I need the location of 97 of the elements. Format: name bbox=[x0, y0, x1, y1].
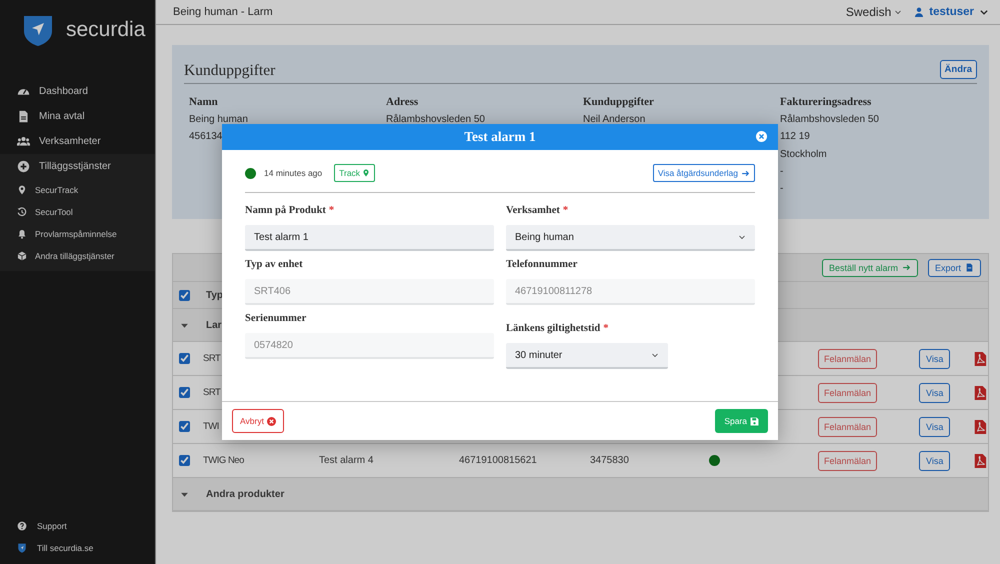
sidebar-subitem[interactable]: SecurTrack bbox=[0, 179, 155, 201]
field-value: 456134 bbox=[189, 131, 224, 144]
field-value: Rålambshovsleden 50 bbox=[386, 114, 486, 127]
view-button[interactable]: Visa bbox=[919, 416, 950, 436]
shield-icon bbox=[17, 543, 27, 553]
field-heading: Faktureringsadress bbox=[780, 96, 872, 110]
plus-circle-icon bbox=[17, 160, 30, 173]
group-label: Lar bbox=[205, 320, 222, 330]
field-heading: Adress bbox=[386, 96, 420, 110]
report-fault-button[interactable]: Felanmälan bbox=[818, 382, 878, 402]
help-icon bbox=[17, 521, 27, 531]
map-pin-icon bbox=[362, 169, 370, 177]
chevron-down-icon bbox=[894, 8, 902, 16]
table-cell-text: TWI bbox=[202, 421, 219, 432]
table-cell-text: SRT bbox=[202, 353, 220, 364]
sidebar-item[interactable]: Dashboard bbox=[0, 79, 155, 104]
logo-icon bbox=[22, 14, 54, 46]
card-title: Kunduppgifter bbox=[184, 62, 276, 80]
table-cell-text: 46719100815621 bbox=[458, 455, 537, 466]
table-cell-text: Test alarm 4 bbox=[318, 455, 374, 466]
pdf-icon[interactable] bbox=[973, 384, 987, 400]
chevron-down-icon bbox=[651, 351, 659, 359]
field-label: Serienummer bbox=[245, 313, 306, 326]
field-value: - bbox=[780, 166, 784, 179]
column-header: Typ bbox=[205, 290, 224, 300]
row-checkbox[interactable] bbox=[179, 353, 190, 364]
pdf-icon[interactable] bbox=[973, 418, 987, 434]
close-icon[interactable] bbox=[756, 131, 767, 142]
field-label: Telefonnummer bbox=[506, 259, 578, 272]
bell-icon bbox=[17, 229, 27, 239]
website-link[interactable]: Till securdia.se bbox=[0, 537, 155, 559]
select-field[interactable]: Being human bbox=[506, 225, 755, 251]
report-fault-button[interactable]: Felanmälan bbox=[818, 348, 878, 368]
last-seen: 14 minutes ago bbox=[264, 168, 322, 178]
save-icon bbox=[750, 416, 759, 426]
sidebar-item[interactable]: Verksamheter bbox=[0, 129, 155, 154]
modal-title: Test alarm 1 bbox=[464, 129, 536, 145]
order-alarm-button[interactable]: Beställ nytt alarm bbox=[822, 258, 918, 276]
group-label: Andra produkter bbox=[205, 488, 284, 500]
field-value: 112 19 bbox=[780, 131, 811, 144]
box-icon bbox=[17, 251, 27, 261]
pdf-icon[interactable] bbox=[973, 350, 987, 366]
required-mark: * bbox=[562, 205, 568, 218]
field-heading: Namn bbox=[189, 96, 219, 110]
track-button[interactable]: Track bbox=[334, 164, 376, 182]
field-value: Neil Anderson bbox=[583, 114, 646, 127]
field-value: Stockholm bbox=[780, 148, 828, 162]
sidebar-subitem[interactable]: Provlarmspåminnelse bbox=[0, 223, 155, 245]
user-menu[interactable]: testuser bbox=[914, 6, 989, 18]
field-label: Typ av enhet bbox=[245, 259, 303, 272]
view-button[interactable]: Visa bbox=[919, 450, 950, 470]
users-icon bbox=[17, 135, 30, 148]
save-button[interactable]: Spara bbox=[715, 409, 768, 433]
file-icon bbox=[965, 263, 974, 272]
row-checkbox[interactable] bbox=[179, 421, 190, 432]
select-field[interactable]: 30 minuter bbox=[506, 343, 668, 369]
edit-button[interactable]: Ändra bbox=[940, 60, 977, 79]
map-pin-icon bbox=[17, 185, 27, 195]
page-title: Being human - Larm bbox=[173, 6, 273, 18]
sidebar-subitem[interactable]: SecurTool bbox=[0, 201, 155, 223]
cancel-button[interactable]: Avbryt bbox=[232, 409, 284, 433]
brand-name: securdia bbox=[66, 18, 146, 42]
view-button[interactable]: Visa bbox=[919, 382, 950, 402]
input-field[interactable]: Test alarm 1 bbox=[245, 225, 494, 251]
select-all-checkbox[interactable] bbox=[179, 290, 190, 300]
table-cell-text: SRT bbox=[202, 387, 220, 398]
pdf-icon[interactable] bbox=[973, 452, 987, 468]
sidebar-subitem[interactable]: Andra tilläggstjänster bbox=[0, 245, 155, 267]
x-circle-icon bbox=[266, 416, 276, 426]
arrow-right-icon bbox=[741, 168, 750, 178]
language-dropdown[interactable]: Swedish bbox=[846, 5, 902, 19]
table-cell-text: TWIG Neo bbox=[202, 455, 244, 466]
table-cell-text: 3475830 bbox=[589, 455, 629, 466]
document-icon bbox=[17, 110, 30, 123]
field-label: Namn på Produkt bbox=[245, 205, 326, 218]
view-button[interactable]: Visa bbox=[919, 348, 950, 368]
field-heading: Kunduppgifter bbox=[583, 96, 655, 110]
field-value: - bbox=[780, 183, 784, 196]
sidebar-item[interactable]: Tilläggsstjänster bbox=[0, 154, 155, 179]
field-value: Rålambshovsleden 50 bbox=[780, 114, 880, 127]
field-label: Länkens giltighetstid bbox=[506, 323, 600, 336]
field-value: Being human bbox=[189, 114, 249, 127]
report-fault-button[interactable]: Felanmälan bbox=[818, 450, 878, 470]
report-fault-button[interactable]: Felanmälan bbox=[818, 416, 878, 436]
export-button[interactable]: Export bbox=[928, 258, 981, 276]
history-icon bbox=[17, 207, 27, 217]
required-mark: * bbox=[603, 323, 608, 336]
row-checkbox[interactable] bbox=[179, 455, 190, 466]
sidebar-item[interactable]: Mina avtal bbox=[0, 104, 155, 129]
field-label: Verksamhet bbox=[506, 205, 560, 218]
arrow-right-icon bbox=[902, 263, 911, 272]
report-button[interactable]: Visa åtgärdsunderlag bbox=[652, 164, 755, 182]
chevron-down-icon bbox=[738, 233, 746, 241]
user-icon bbox=[914, 7, 924, 17]
required-mark: * bbox=[328, 205, 334, 218]
row-checkbox[interactable] bbox=[179, 387, 190, 398]
support-link[interactable]: Support bbox=[0, 515, 155, 537]
